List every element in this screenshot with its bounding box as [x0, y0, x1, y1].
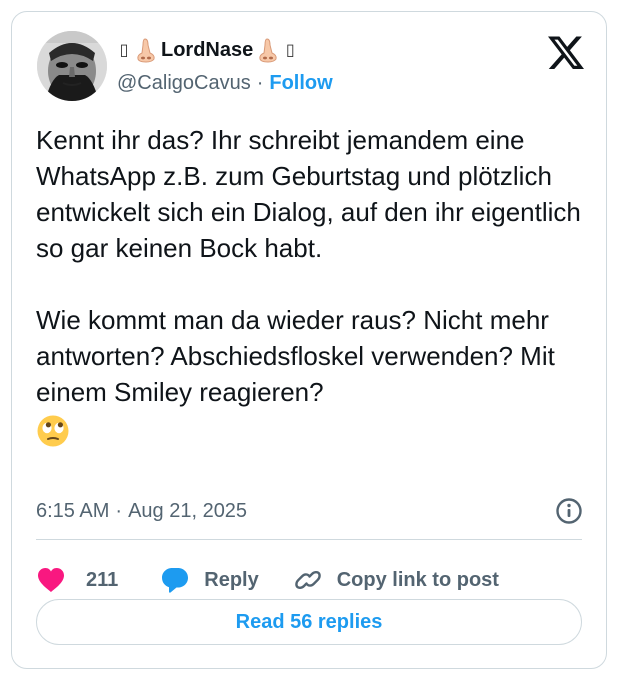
name-prefix-glyph: ▯: [119, 42, 129, 59]
x-logo-icon[interactable]: [548, 36, 584, 70]
author-display-name: LordNase: [161, 38, 254, 61]
copy-link-button[interactable]: Copy link to post: [293, 566, 499, 594]
follow-button[interactable]: Follow: [269, 72, 332, 95]
reply-button[interactable]: Reply: [160, 566, 259, 594]
author-handle[interactable]: @CaligoCavus: [117, 72, 251, 95]
info-icon[interactable]: [554, 496, 584, 526]
face-with-rolling-eyes-emoji-icon: [36, 414, 70, 448]
tweet-date: Aug 21, 2025: [128, 499, 248, 522]
tweet-timestamp[interactable]: 6:15 AM · Aug 21, 2025: [36, 496, 247, 526]
nose-emoji-icon: [257, 37, 279, 63]
action-bar: 211 Reply Copy link to post: [36, 562, 499, 598]
speech-bubble-icon: [162, 568, 189, 593]
tweet-card: ▯ LordNase ▯ @CaligoCavus · Follow Kennt…: [11, 11, 607, 669]
heart-icon: [38, 568, 64, 592]
read-replies-button[interactable]: Read 56 replies: [36, 599, 582, 645]
handle-separator: ·: [256, 71, 264, 94]
name-suffix-glyph: ▯: [285, 42, 295, 59]
tweet-paragraph-2: Wie kommt man da wieder raus? Nicht mehr…: [36, 305, 555, 407]
link-icon: [294, 571, 321, 589]
tweet-body: Kennt ihr das? Ihr schreibt jemandem ein…: [36, 122, 596, 448]
author-name-row[interactable]: ▯ LordNase ▯: [117, 36, 297, 64]
avatar[interactable]: [37, 31, 107, 101]
like-button[interactable]: 211: [36, 566, 118, 594]
tweet-time: 6:15 AM: [36, 499, 110, 522]
timestamp-separator: ·: [115, 499, 123, 522]
author-handle-row: @CaligoCavus · Follow: [117, 70, 333, 96]
nose-emoji-icon: [135, 37, 157, 63]
copy-link-label: Copy link to post: [336, 568, 499, 591]
reply-label: Reply: [204, 568, 259, 591]
divider: [36, 539, 582, 540]
tweet-paragraph-1: Kennt ihr das? Ihr schreibt jemandem ein…: [36, 125, 581, 263]
like-count: 211: [86, 568, 119, 591]
